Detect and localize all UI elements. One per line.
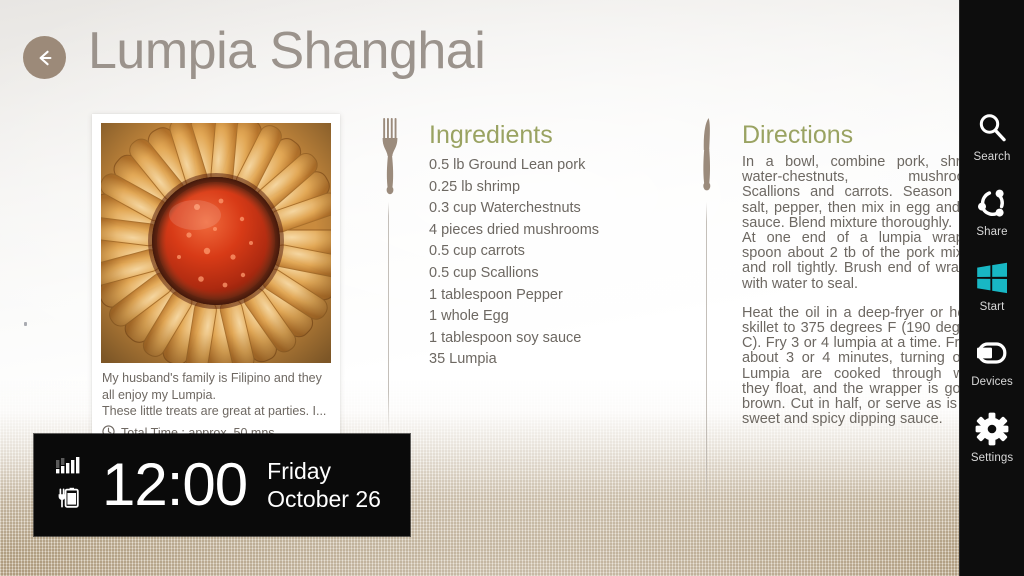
ingredients-list: 0.5 lb Ground Lean pork 0.25 lb shrimp 0… [429,155,679,371]
clock-day: Friday [267,457,332,484]
directions-divider [706,202,707,524]
charm-devices[interactable]: Devices [960,333,1024,407]
gear-icon [975,409,1009,449]
signal-bars-icon [55,456,81,479]
charms-bar: Search Share Start Devices Settings [959,0,1024,576]
caption-line-3: These little treats are great at parties… [102,404,327,418]
charm-start[interactable]: Start [960,258,1024,332]
caption-line-2: all enjoy my Lumpia. [102,387,216,402]
status-icons [34,456,98,514]
charm-label: Share [976,226,1008,238]
ingredients-heading: Ingredients [429,121,553,149]
list-item: 4 pieces dried mushrooms [429,221,600,238]
clock-tile: 12:00 Friday October 26 [34,434,410,536]
charm-label: Devices [971,376,1013,388]
app-root: Lumpia Shanghai My husband's family is F… [0,0,1024,576]
share-icon [975,183,1009,223]
ingredients-section: Ingredients 0.5 lb Ground Lean pork 0.25… [429,120,679,371]
list-item: 0.25 lb shrimp [429,178,521,195]
windows-start-icon [975,258,1009,298]
clock-date: Friday October 26 [267,457,381,513]
list-item: 0.3 cup Waterchestnuts [429,200,581,217]
recipe-photo [101,123,331,363]
charm-settings[interactable]: Settings [960,409,1024,483]
list-item: 1 whole Egg [429,308,509,325]
list-item: 0.5 cup carrots [429,243,525,260]
clock-date-text: October 26 [267,486,381,512]
lumpia-photo-illustration [101,123,331,363]
battery-charging-icon [55,487,81,514]
caption-line-1: My husband's family is Filipino and they [102,371,322,385]
charm-share[interactable]: Share [960,183,1024,257]
clock-time: 12:00 [102,451,248,518]
search-icon [975,108,1009,148]
back-arrow-icon [34,47,56,69]
charm-label: Settings [970,452,1014,464]
list-item: 0.5 cup Scallions [429,264,539,281]
list-item: 1 tablespoon soy sauce [429,329,582,346]
devices-icon [975,333,1009,373]
directions-section: Directions In a bowl, combine pork, shri… [742,120,988,427]
list-item: 0.5 lb Ground Lean pork [429,157,586,173]
knife-icon [696,116,718,211]
directions-paragraph: In a bowl, combine pork, shrimp, water-c… [742,154,988,231]
page-header: Lumpia Shanghai [0,0,960,104]
back-button[interactable] [23,36,66,79]
directions-body: In a bowl, combine pork, shrimp, water-c… [742,154,988,428]
list-item: 1 tablespoon Pepper [429,286,563,303]
ingredients-divider [388,202,389,434]
directions-paragraph: At one end of a lumpia wrapper, spoon ab… [742,230,988,292]
list-item: 35 Lumpia [429,351,497,368]
charm-label: Search [973,151,1011,163]
charm-search[interactable]: Search [960,108,1024,182]
charm-label: Start [979,301,1005,313]
directions-paragraph: Heat the oil in a deep-fryer or heavy sk… [742,304,988,428]
fork-icon [379,116,401,211]
directions-heading: Directions [742,121,854,149]
recipe-card[interactable]: My husband's family is Filipino and they… [92,114,340,451]
recipe-caption: My husband's family is Filipino and they… [92,363,340,422]
page-title: Lumpia Shanghai [88,22,486,80]
